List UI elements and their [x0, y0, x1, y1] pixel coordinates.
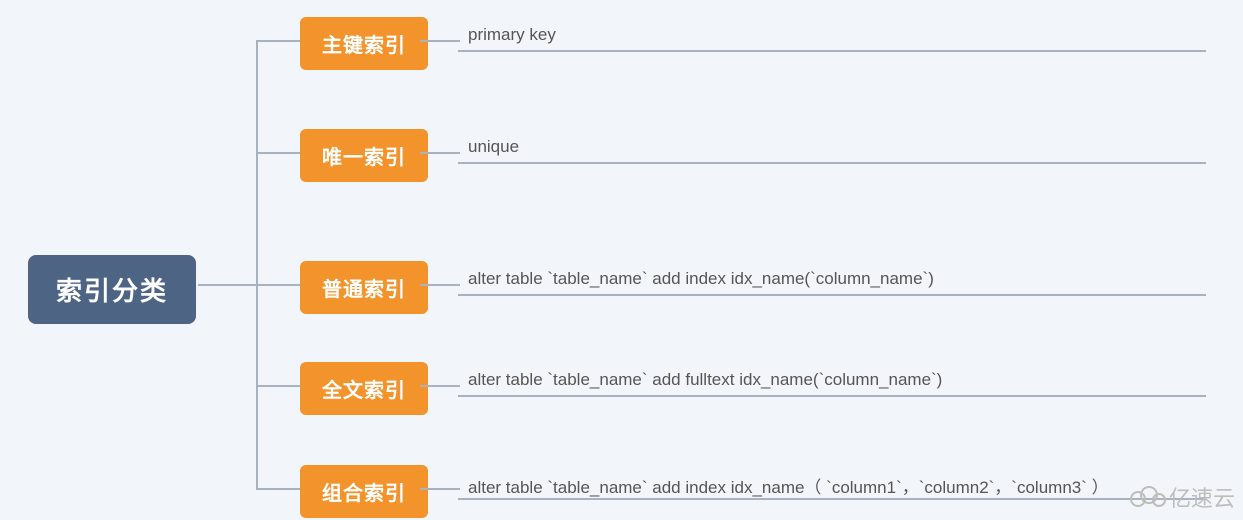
- leaf-underline-3: [458, 294, 1206, 296]
- child-label-4: 全文索引: [322, 380, 406, 402]
- child-node-2[interactable]: 唯一索引: [300, 129, 428, 182]
- child-label-1: 主键索引: [322, 35, 406, 57]
- leaf-text-2: unique: [468, 137, 519, 157]
- leaf-text-5: alter table `table_name` add index idx_n…: [468, 473, 1109, 498]
- connector-branch-5: [256, 488, 301, 490]
- leaf-underline-1: [458, 50, 1206, 52]
- connector-leaf-3: [420, 284, 460, 286]
- cloud-icon: [1129, 486, 1167, 514]
- child-node-4[interactable]: 全文索引: [300, 362, 428, 415]
- root-label: 索引分类: [56, 276, 168, 306]
- child-node-3[interactable]: 普通索引: [300, 261, 428, 314]
- connector-branch-4: [256, 385, 301, 387]
- child-label-3: 普通索引: [322, 279, 406, 301]
- root-node[interactable]: 索引分类: [28, 255, 196, 324]
- connector-leaf-4: [420, 385, 460, 387]
- connector-leaf-1: [420, 40, 460, 42]
- child-node-1[interactable]: 主键索引: [300, 17, 428, 70]
- child-node-5[interactable]: 组合索引: [300, 465, 428, 518]
- leaf-text-3: alter table `table_name` add index idx_n…: [468, 269, 934, 289]
- watermark: 亿速云: [1129, 481, 1235, 514]
- connector-leaf-5: [420, 488, 460, 490]
- connector-branch-3: [256, 284, 301, 286]
- leaf-text-4: alter table `table_name` add fulltext id…: [468, 370, 942, 390]
- leaf-underline-5: [458, 498, 1206, 500]
- child-label-5: 组合索引: [322, 483, 406, 505]
- connector-branch-2: [256, 152, 301, 154]
- watermark-text: 亿速云: [1169, 486, 1235, 511]
- leaf-underline-2: [458, 162, 1206, 164]
- child-label-2: 唯一索引: [322, 147, 406, 169]
- leaf-text-1: primary key: [468, 25, 556, 45]
- connector-spine-vertical: [256, 40, 258, 490]
- leaf-underline-4: [458, 395, 1206, 397]
- connector-leaf-2: [420, 152, 460, 154]
- connector-branch-1: [256, 40, 301, 42]
- connector-root-stem: [198, 284, 258, 286]
